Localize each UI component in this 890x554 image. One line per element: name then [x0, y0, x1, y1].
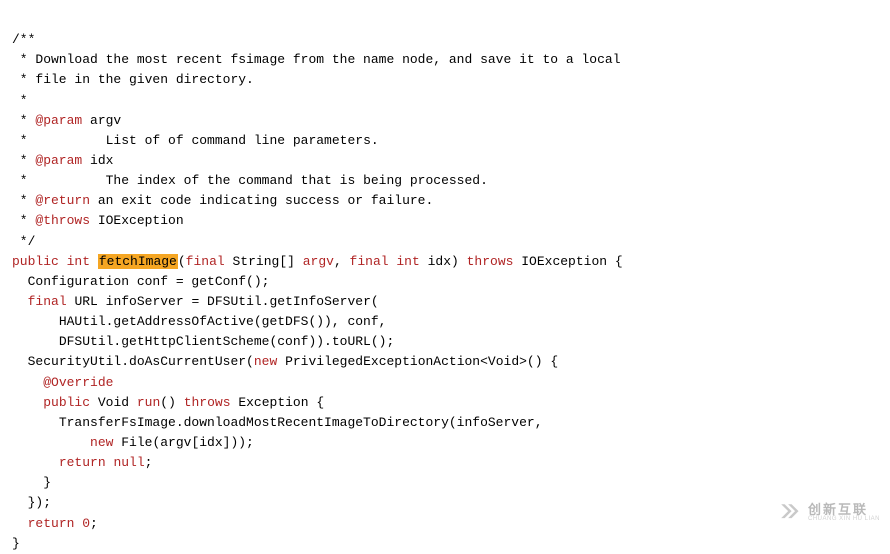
code-line: * The index of the command that is being… [12, 173, 488, 188]
code-line: * List of of command line parameters. [12, 133, 379, 148]
code-line: public int fetchImage(final String[] arg… [12, 254, 623, 269]
code-line: new File(argv[idx])); [12, 435, 254, 450]
watermark-text-en: CHUANG XIN HU LIAN [808, 516, 880, 522]
code-line: }); [12, 495, 51, 510]
watermark: 创新互联 CHUANG XIN HU LIAN [776, 499, 880, 525]
code-line: * file in the given directory. [12, 72, 254, 87]
watermark-text-zh: 创新互联 [808, 503, 880, 516]
code-line: * @return an exit code indicating succes… [12, 193, 433, 208]
code-line: * Download the most recent fsimage from … [12, 52, 621, 67]
code-line: return 0; [12, 516, 98, 531]
code-line: */ [12, 234, 35, 249]
code-line: @Override [12, 375, 113, 390]
code-line: * @param argv [12, 113, 121, 128]
code-line: } [12, 475, 51, 490]
code-line: * @param idx [12, 153, 113, 168]
code-line: DFSUtil.getHttpClientScheme(conf)).toURL… [12, 334, 394, 349]
code-line: * @throws IOException [12, 213, 184, 228]
code-line: SecurityUtil.doAsCurrentUser(new Privile… [12, 354, 558, 369]
code-line: TransferFsImage.downloadMostRecentImageT… [12, 415, 543, 430]
code-line: Configuration conf = getConf(); [12, 274, 269, 289]
code-line: * [12, 93, 28, 108]
code-line: final URL infoServer = DFSUtil.getInfoSe… [12, 294, 379, 309]
code-line: /** [12, 32, 35, 47]
code-line: return null; [12, 455, 152, 470]
code-line: public Void run() throws Exception { [12, 395, 324, 410]
code-line: } [12, 536, 20, 551]
code-line: HAUtil.getAddressOfActive(getDFS()), con… [12, 314, 386, 329]
highlight-method-name: fetchImage [98, 254, 178, 269]
watermark-logo-icon [776, 499, 802, 525]
